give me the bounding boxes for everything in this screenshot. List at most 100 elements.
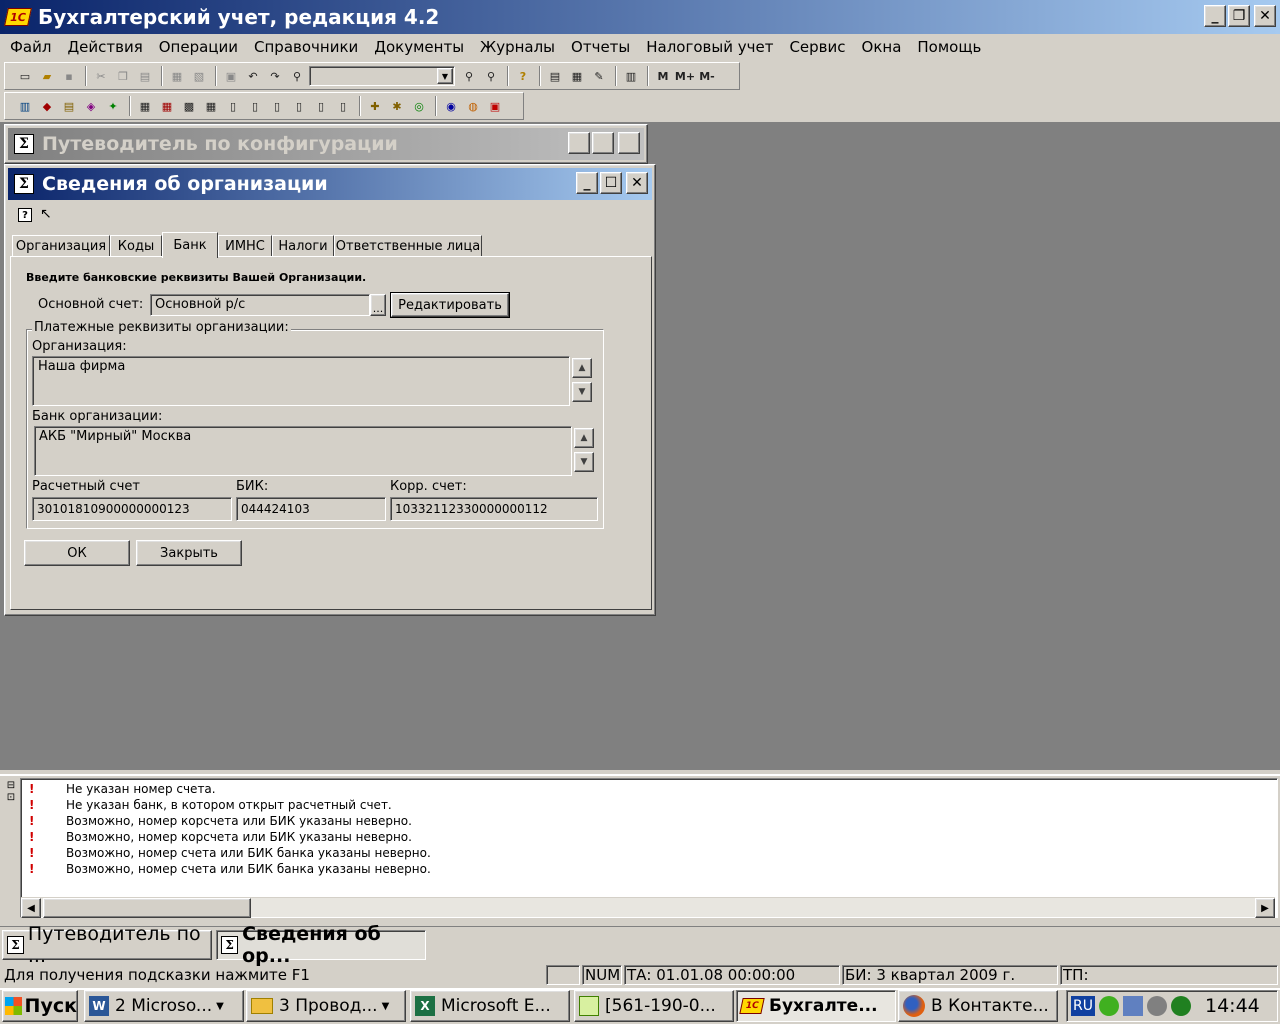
menu-windows[interactable]: Окна [854,34,910,60]
org-field[interactable]: Наша фирма [32,356,570,406]
menu-help[interactable]: Помощь [909,34,989,60]
news-icon[interactable]: ▣ [485,96,505,116]
org-window-title-bar[interactable]: Σ Сведения об организации _ ☐ ✕ [8,168,652,200]
taskbar-item-1c[interactable]: 1C Бухгалте... [736,990,896,1022]
guide-window-title-bar[interactable]: Σ Путеводитель по конфигурации _ ☐ ✕ [8,128,644,160]
minimize-button[interactable]: _ [1204,5,1226,27]
menu-operations[interactable]: Операции [151,34,246,60]
calculator-icon[interactable]: ▤ [545,66,565,86]
org-scroll-down[interactable]: ▼ [572,382,592,402]
find-prev-icon[interactable]: ⚲ [481,66,501,86]
scroll-left-button[interactable]: ◀ [21,898,41,918]
app-icon[interactable]: 1C [4,8,32,26]
scroll-right-button[interactable]: ▶ [1255,898,1275,918]
edit-button[interactable]: Редактировать [390,292,510,318]
print-icon[interactable]: ▦ [167,66,187,86]
redo-icon[interactable]: ↷ [265,66,285,86]
network-icon[interactable] [1122,996,1143,1016]
org-maximize-button[interactable]: ☐ [600,172,622,194]
documents-journal-icon[interactable]: ◈ [81,96,101,116]
report-balance-icon[interactable]: ▦ [135,96,155,116]
tab-imns[interactable]: ИМНС [218,235,272,257]
window-tab-guide[interactable]: Σ Путеводитель по ... [2,923,212,967]
clock[interactable]: 14:44 [1205,995,1260,1017]
web-icon[interactable]: ◍ [463,96,483,116]
start-button[interactable]: Пуск [2,990,78,1022]
tab-responsible[interactable]: Ответственные лица [334,235,482,257]
menu-references[interactable]: Справочники [246,34,366,60]
menu-documents[interactable]: Документы [366,34,472,60]
antivirus-icon[interactable] [1170,996,1191,1016]
bank-scroll-down[interactable]: ▼ [574,452,594,472]
menu-reports[interactable]: Отчеты [563,34,638,60]
tools-icon[interactable]: ✚ [365,96,385,116]
message-panel-handle[interactable]: ⊟ ⊡ [4,780,18,804]
report-turnover-icon[interactable]: ▦ [201,96,221,116]
messages-icon[interactable]: ✎ [589,66,609,86]
org-minimize-button[interactable]: _ [576,172,598,194]
guide-minimize-button[interactable]: _ [568,132,590,154]
taskbar-item-explorer[interactable]: 3 Провод... ▼ [246,990,406,1022]
tab-organization[interactable]: Организация [12,235,110,257]
account-field[interactable]: 30101810900000000123 [32,497,232,521]
report-card-icon[interactable]: ▯ [223,96,243,116]
bank-scroll-up[interactable]: ▲ [574,428,594,448]
search-combo[interactable]: ▼ [309,66,455,86]
open-icon[interactable]: ▰ [37,66,57,86]
tab-taxes[interactable]: Налоги [272,235,334,257]
report-account-icon[interactable]: ▯ [267,96,287,116]
org-scroll-up[interactable]: ▲ [572,358,592,378]
find-icon[interactable]: ⚲ [287,66,307,86]
report-chart-icon[interactable]: ▯ [333,96,353,116]
bik-field[interactable]: 044424103 [236,497,386,521]
report-journal-icon[interactable]: ▯ [311,96,331,116]
menu-tax[interactable]: Налоговый учет [638,34,781,60]
main-account-field[interactable]: Основной р/с [150,294,370,316]
corr-field[interactable]: 10332112330000000112 [390,497,598,521]
guide-window[interactable]: Σ Путеводитель по конфигурации _ ☐ ✕ [4,124,648,164]
report-grid-icon[interactable]: ▩ [179,96,199,116]
memory-plus-button[interactable]: M+ [675,66,695,86]
guide-close-button[interactable]: ✕ [618,132,640,154]
operations-journal-icon[interactable]: ◆ [37,96,57,116]
paste-icon[interactable]: ▤ [135,66,155,86]
transactions-journal-icon[interactable]: ▤ [59,96,79,116]
undo-icon[interactable]: ↶ [243,66,263,86]
taskbar-item-firefox[interactable]: В Контакте... [898,990,1058,1022]
cut-icon[interactable]: ✂ [91,66,111,86]
message-list[interactable]: ! Не указан номер счета. ! Не указан банк,… [20,778,1278,918]
bank-field[interactable]: АКБ "Мирный" Москва [34,426,572,476]
taskbar-item-word[interactable]: W 2 Microso... ▼ [84,990,244,1022]
find-next-icon[interactable]: ⚲ [459,66,479,86]
tab-codes[interactable]: Коды [110,235,162,257]
select-all-icon[interactable]: ▣ [221,66,241,86]
app-title-bar[interactable]: 1C Бухгалтерский учет, редакция 4.2 _ ❐ … [0,0,1280,34]
menu-file[interactable]: Файл [2,34,59,60]
memory-button[interactable]: M [653,66,673,86]
report-summary-icon[interactable]: ▯ [289,96,309,116]
config-icon[interactable]: ✱ [387,96,407,116]
menu-actions[interactable]: Действия [59,34,150,60]
form-help-icon[interactable]: ? [18,208,32,222]
copy-icon[interactable]: ❐ [113,66,133,86]
close-form-button[interactable]: Закрыть [136,540,242,566]
book-icon[interactable]: ▥ [621,66,641,86]
guide-maximize-button[interactable]: ☐ [592,132,614,154]
calendar-icon[interactable]: ▦ [567,66,587,86]
org-close-button[interactable]: ✕ [626,172,648,194]
ok-button[interactable]: ОК [24,540,130,566]
close-button[interactable]: ✕ [1254,5,1276,27]
search-combo-dropdown[interactable]: ▼ [437,68,453,84]
tab-bank[interactable]: Банк [162,232,218,258]
main-account-select-button[interactable]: ... [370,294,386,316]
taskbar-item-notepad[interactable]: [561-190-0... [574,990,734,1022]
new-icon[interactable]: ▭ [15,66,35,86]
save-icon[interactable]: ▪ [59,66,79,86]
message-hscrollbar[interactable]: ◀ ▶ [21,897,1275,918]
restore-button[interactable]: ❐ [1228,5,1250,27]
tray-gear-icon[interactable] [1146,996,1167,1016]
tray-green-icon[interactable] [1098,996,1119,1016]
print-preview-icon[interactable]: ▧ [189,66,209,86]
memory-minus-button[interactable]: M- [697,66,717,86]
menu-service[interactable]: Сервис [781,34,853,60]
